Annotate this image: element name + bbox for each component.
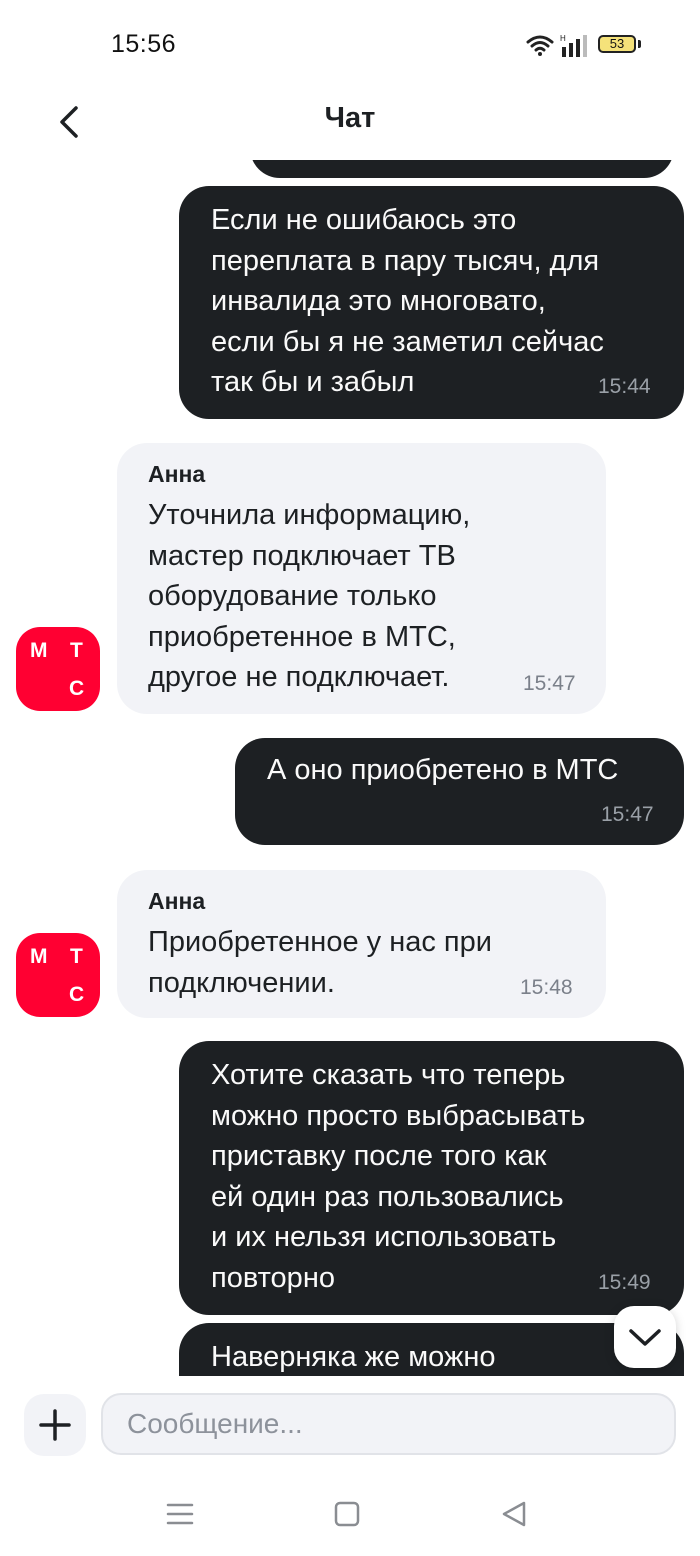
avatar-letter: Т <box>70 945 83 968</box>
avatar-letter: С <box>69 677 85 700</box>
message-outgoing[interactable]: Наверняка же можно <box>179 1323 684 1376</box>
message-time: 15:47 <box>601 803 654 826</box>
message-text: А оно приобретено в МТС <box>267 754 619 786</box>
nav-home-button[interactable] <box>325 1496 369 1532</box>
message-incoming[interactable]: Анна Уточнила информацию, мастер подключ… <box>117 443 606 714</box>
nav-back-button[interactable] <box>492 1496 536 1532</box>
message-text: Уточнила информацию, мастер подключает Т… <box>148 499 471 693</box>
message-time: 15:44 <box>598 375 651 398</box>
message-text: Приобретенное у нас при подключении. <box>148 926 492 999</box>
avatar-letter: С <box>69 983 85 1006</box>
chevron-down-icon <box>629 1329 661 1346</box>
message-outgoing[interactable]: Если не ошибаюсь это переплата в пару ты… <box>179 186 684 419</box>
status-bar: 15:56 H 53 <box>0 0 700 90</box>
signal-icon: H <box>560 34 587 57</box>
message-input[interactable] <box>101 1393 676 1455</box>
sender-name: Анна <box>148 461 206 487</box>
status-time: 15:56 <box>111 30 177 58</box>
avatar-letter: М <box>30 639 48 662</box>
message-time: 15:49 <box>598 1271 651 1294</box>
message-outgoing[interactable]: Хотите сказать что теперь можно просто в… <box>179 1041 684 1315</box>
avatar-letter: М <box>30 945 48 968</box>
avatar: М Т С <box>16 627 100 711</box>
nav-menu-button[interactable] <box>158 1496 202 1532</box>
avatar-letter: Т <box>70 639 83 662</box>
message-bubble-previous <box>250 160 674 178</box>
avatar: М Т С <box>16 933 100 1017</box>
wifi-icon <box>526 35 554 56</box>
svg-text:H: H <box>560 34 566 43</box>
message-time: 15:47 <box>523 672 576 695</box>
status-icons: H <box>526 30 590 60</box>
message-text: Если не ошибаюсь это переплата в пару ты… <box>211 204 604 398</box>
battery-indicator: 53 <box>598 35 636 53</box>
system-nav-bar <box>0 1476 700 1556</box>
message-text: Хотите сказать что теперь можно просто в… <box>211 1059 586 1294</box>
triangle-back-icon <box>502 1501 526 1527</box>
message-incoming[interactable]: Анна Приобретенное у нас при подключении… <box>117 870 606 1018</box>
chat-header: Чат <box>0 90 700 160</box>
sender-name: Анна <box>148 888 206 914</box>
message-text: Наверняка же можно <box>211 1341 496 1373</box>
message-outgoing[interactable]: А оно приобретено в МТС 15:47 <box>235 738 684 845</box>
message-composer <box>0 1376 700 1476</box>
attach-button[interactable] <box>24 1394 86 1456</box>
menu-icon <box>166 1503 194 1525</box>
chat-messages[interactable]: Если не ошибаюсь это переплата в пару ты… <box>0 160 700 1376</box>
square-icon <box>334 1501 360 1527</box>
battery-tip <box>638 40 641 48</box>
page-title: Чат <box>324 102 376 134</box>
plus-icon <box>39 1409 71 1441</box>
message-time: 15:48 <box>520 976 573 999</box>
scroll-to-bottom-button[interactable] <box>614 1306 676 1368</box>
